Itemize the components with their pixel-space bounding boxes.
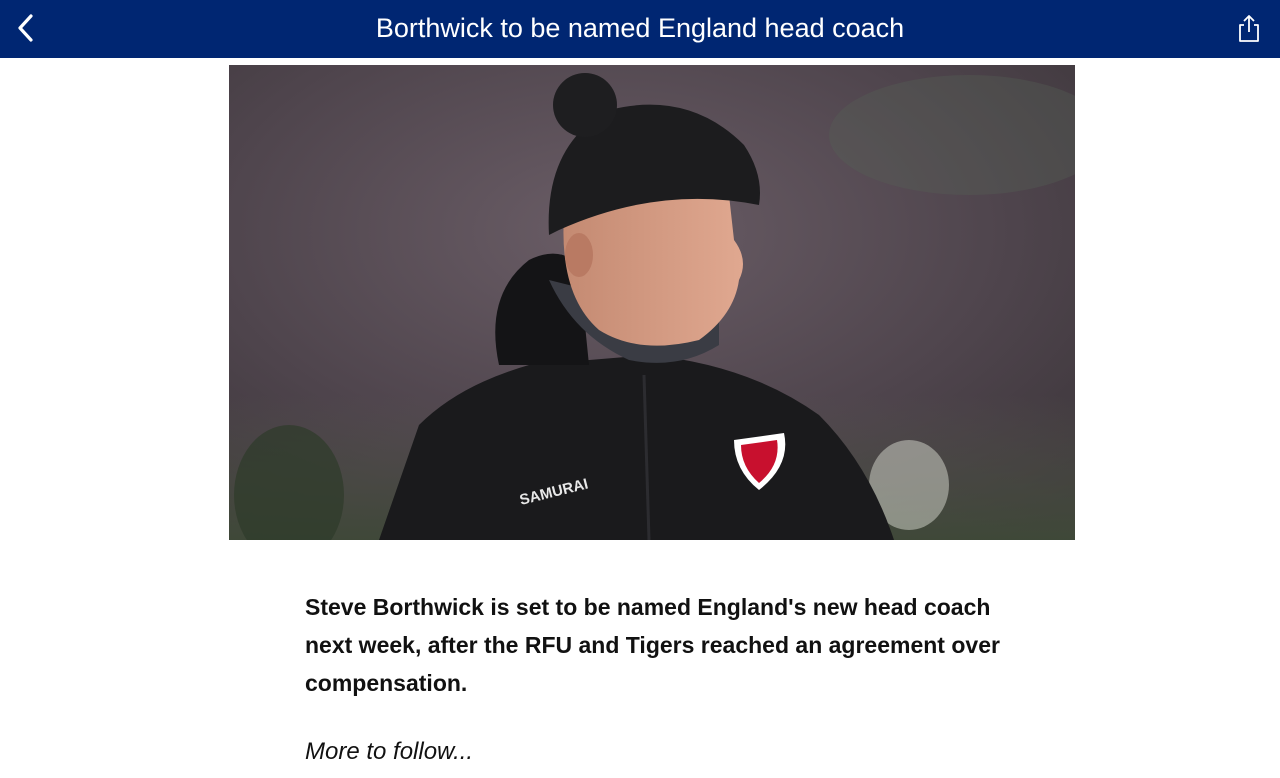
page-title: Borthwick to be named England head coach: [375, 13, 905, 43]
hero-image: SAMURAI: [229, 65, 1075, 540]
chevron-left-icon: [18, 14, 33, 42]
header-bar: Borthwick to be named England head coach: [0, 0, 1280, 58]
share-icon: [1239, 15, 1259, 42]
share-button[interactable]: [1232, 10, 1266, 46]
more-to-follow: More to follow...: [305, 738, 474, 765]
article-body: Steve Borthwick is set to be named Engla…: [305, 588, 1025, 765]
back-button[interactable]: [8, 8, 44, 48]
article-lead: Steve Borthwick is set to be named Engla…: [305, 594, 1000, 696]
